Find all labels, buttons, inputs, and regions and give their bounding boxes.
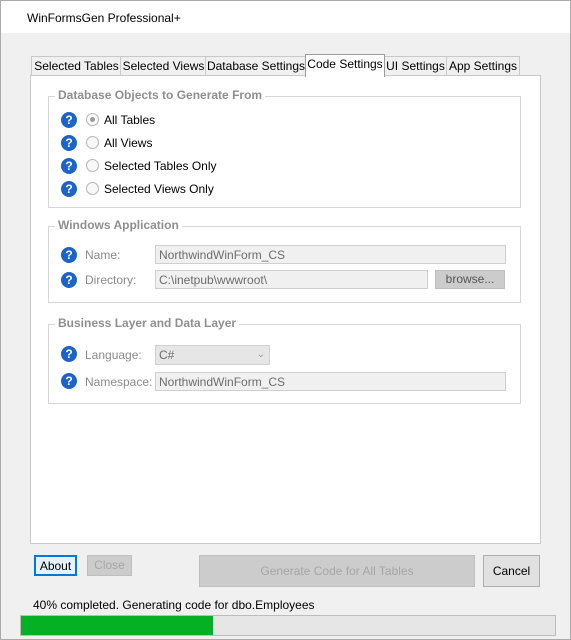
language-select-value: C#	[159, 348, 175, 362]
windows-app-group: Windows Application ? Name: NorthwindWin…	[48, 218, 521, 303]
window-title: WinFormsGen Professional+	[27, 11, 181, 25]
db-objects-group-title: Database Objects to Generate From	[55, 88, 266, 102]
radio-selected-tables[interactable]	[86, 159, 99, 172]
tab-ui-settings[interactable]: UI Settings	[383, 56, 448, 76]
code-settings-panel: Database Objects to Generate From ? All …	[30, 75, 541, 544]
radio-selected-views[interactable]	[86, 182, 99, 195]
chevron-down-icon: ⌄	[256, 349, 265, 360]
radio-all-views[interactable]	[86, 136, 99, 149]
radio-all-views-label[interactable]: All Views	[104, 136, 152, 150]
name-field[interactable]: NorthwindWinForm_CS	[155, 245, 506, 264]
tab-database-settings[interactable]: Database Settings	[205, 56, 307, 76]
title-bar[interactable]: WinFormsGen Professional+	[1, 1, 570, 33]
tab-selected-views[interactable]: Selected Views	[120, 56, 207, 76]
tab-selected-tables[interactable]: Selected Tables	[31, 56, 122, 76]
browse-button[interactable]: browse...	[435, 270, 505, 289]
windows-app-group-title: Windows Application	[55, 218, 182, 232]
radio-all-tables-label[interactable]: All Tables	[104, 113, 155, 127]
app-window: WinFormsGen Professional+ Selected Table…	[0, 0, 571, 640]
about-button[interactable]: About	[34, 555, 77, 576]
radio-selected-tables-label[interactable]: Selected Tables Only	[104, 159, 217, 173]
generate-code-button[interactable]: Generate Code for All Tables	[199, 555, 475, 587]
help-icon[interactable]: ?	[61, 272, 77, 288]
help-icon[interactable]: ?	[61, 373, 77, 389]
radio-selected-views-label[interactable]: Selected Views Only	[104, 182, 214, 196]
namespace-field[interactable]: NorthwindWinForm_CS	[155, 372, 506, 391]
radio-all-tables[interactable]	[86, 113, 99, 126]
help-icon[interactable]: ?	[61, 181, 77, 197]
directory-field[interactable]: C:\inetpub\wwwroot\	[155, 270, 428, 289]
help-icon[interactable]: ?	[61, 346, 77, 362]
tab-app-settings[interactable]: App Settings	[446, 56, 520, 76]
help-icon[interactable]: ?	[61, 158, 77, 174]
language-label: Language:	[85, 348, 142, 362]
namespace-label: Namespace:	[85, 375, 153, 389]
progress-bar-fill	[21, 616, 214, 635]
business-layer-group-title: Business Layer and Data Layer	[55, 316, 240, 330]
name-label: Name:	[85, 248, 121, 262]
close-button[interactable]: Close	[87, 555, 132, 576]
language-select[interactable]: C# ⌄	[155, 345, 270, 365]
help-icon[interactable]: ?	[61, 112, 77, 128]
progress-bar	[20, 615, 556, 636]
cancel-button[interactable]: Cancel	[483, 555, 540, 587]
status-text: 40% completed. Generating code for dbo.E…	[33, 598, 315, 612]
db-objects-group: Database Objects to Generate From ? All …	[48, 88, 521, 208]
help-icon[interactable]: ?	[61, 135, 77, 151]
directory-label: Directory:	[85, 273, 137, 287]
help-icon[interactable]: ?	[61, 247, 77, 263]
tab-code-settings[interactable]: Code Settings	[305, 54, 385, 77]
business-layer-group: Business Layer and Data Layer ? Language…	[48, 316, 521, 404]
